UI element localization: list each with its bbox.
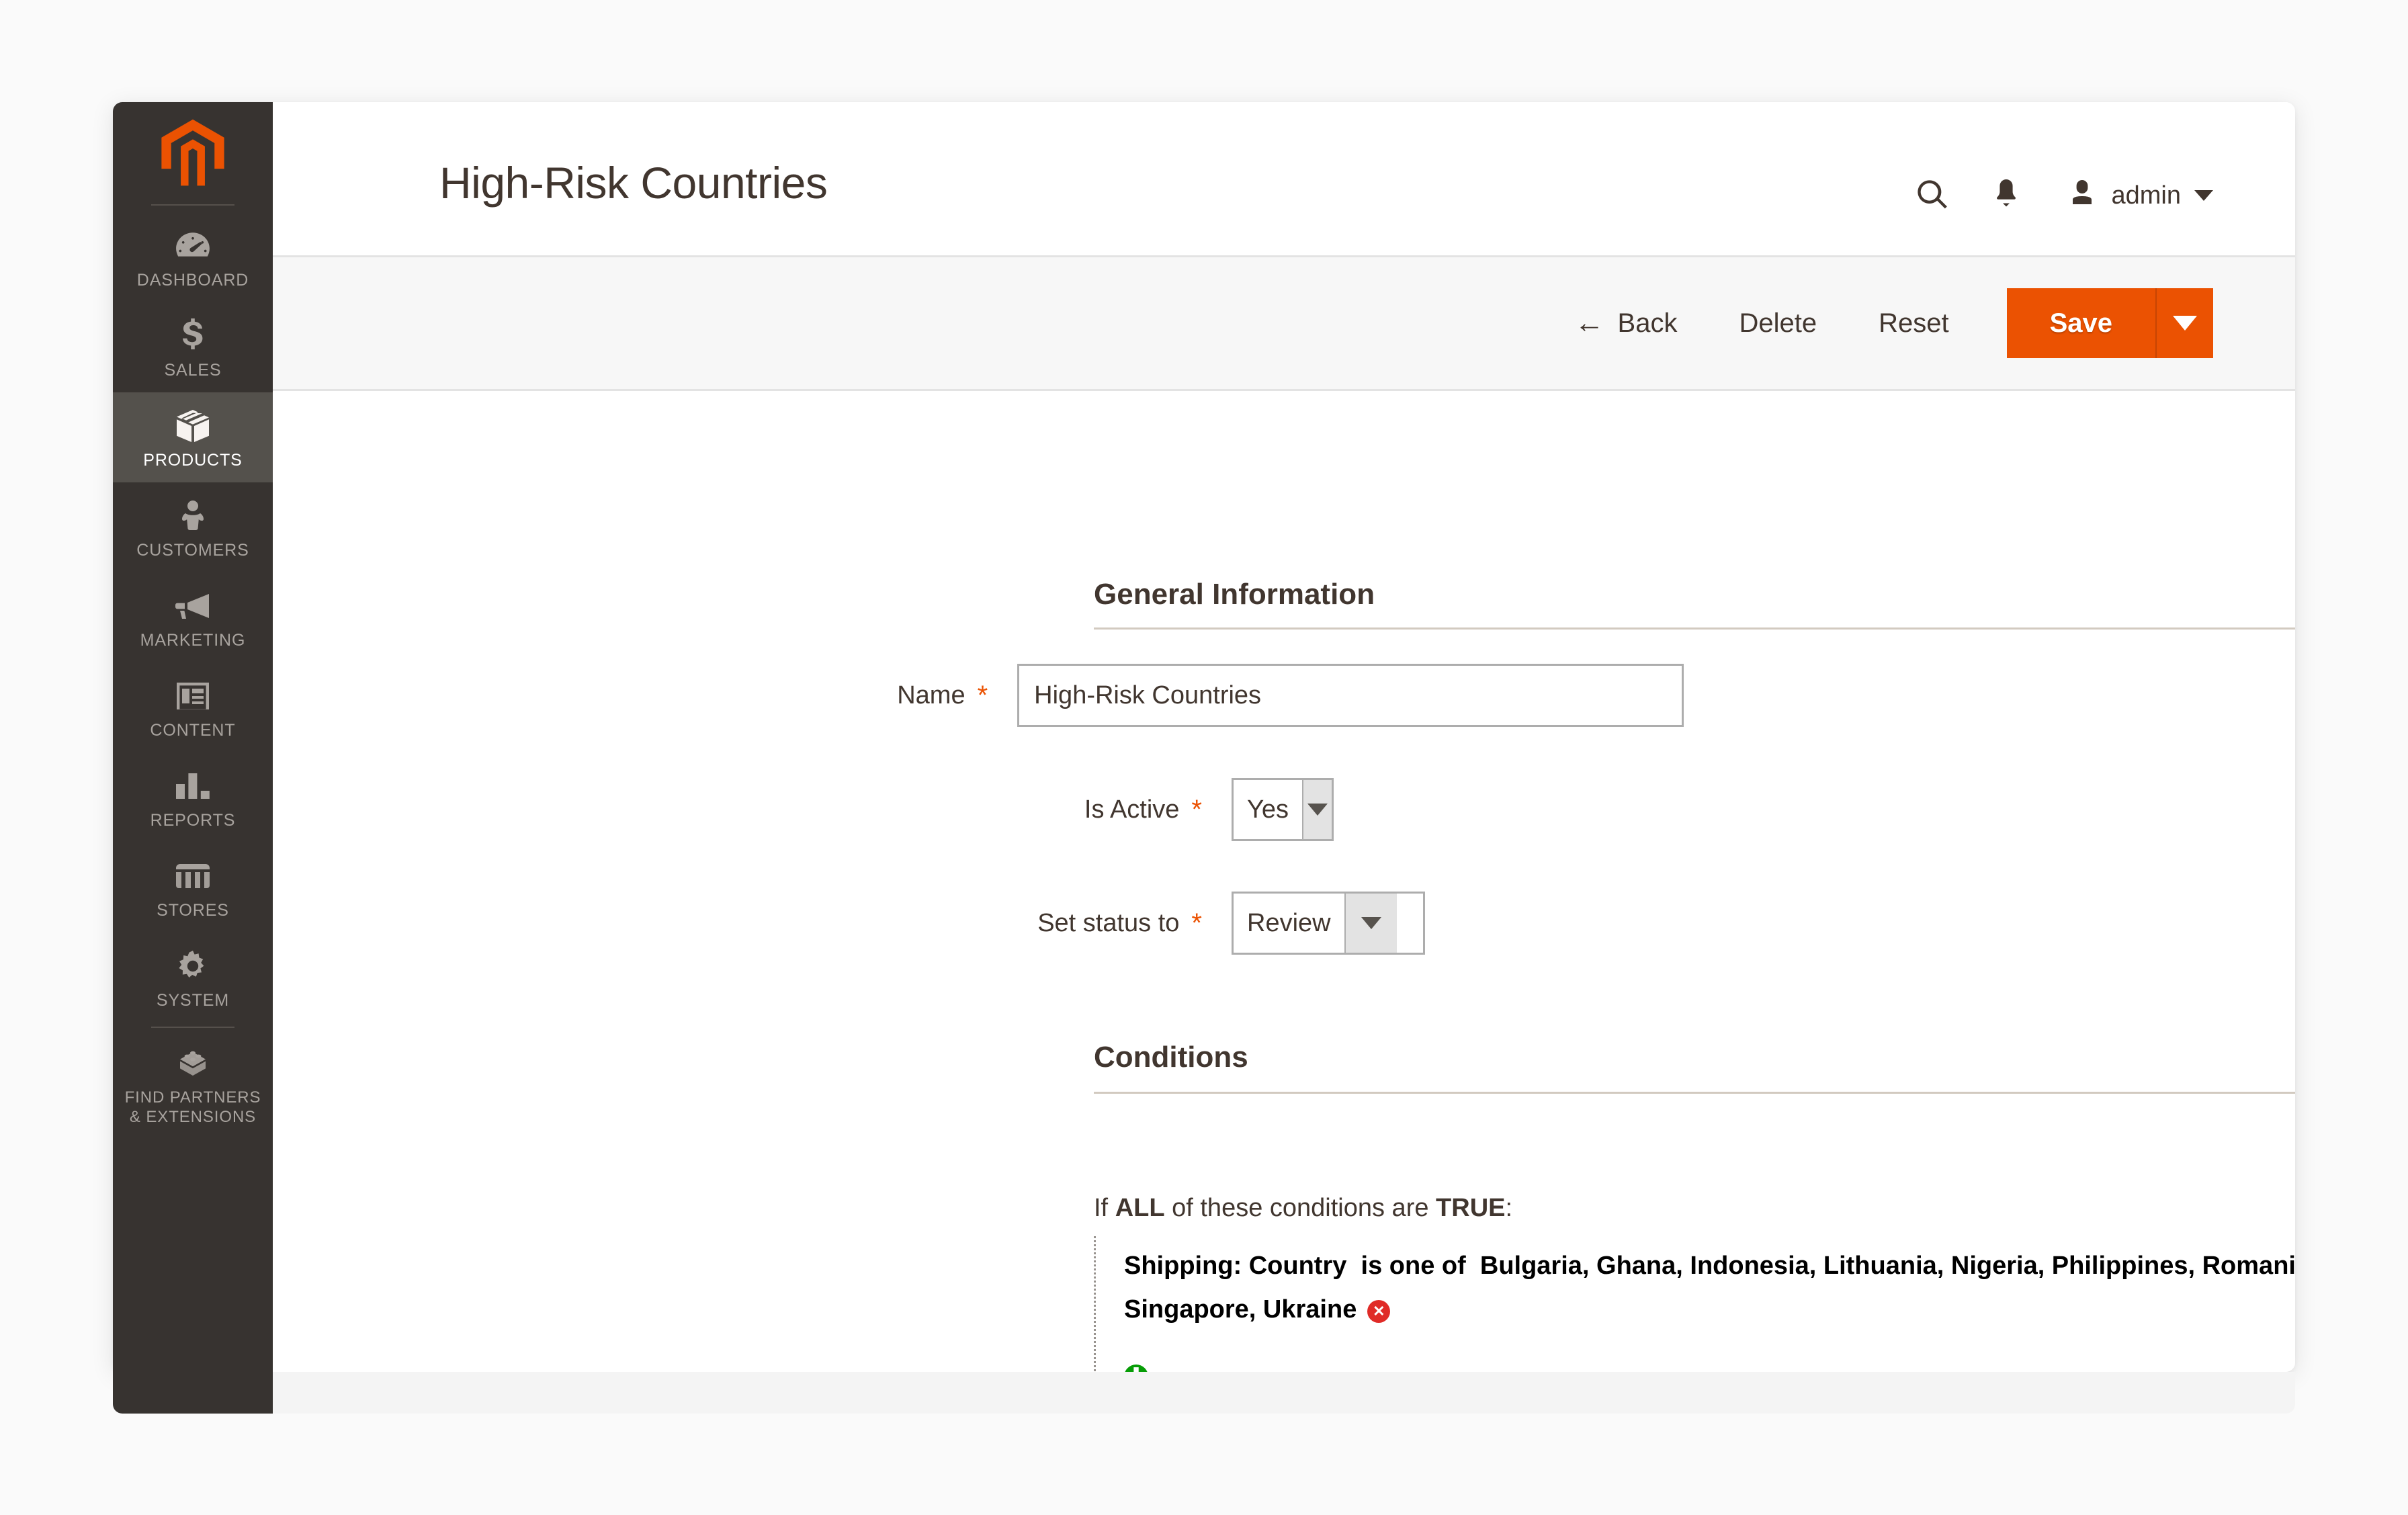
field-row-name: Name * <box>273 664 1684 727</box>
search-icon <box>1915 177 1950 214</box>
extension-block-icon <box>117 1045 269 1083</box>
conditions-intro-suffix: : <box>1505 1194 1513 1222</box>
remove-circle-icon[interactable]: ✕ <box>1367 1300 1391 1324</box>
reset-button-label: Reset <box>1879 308 1949 338</box>
megaphone-icon <box>117 587 269 625</box>
sidebar-item-label: SALES <box>164 361 222 380</box>
required-asterisk: * <box>977 681 988 710</box>
action-toolbar: ← Back Delete Reset Save <box>273 255 2295 391</box>
conditions-intro: If ALL of these conditions are TRUE: <box>1094 1194 1512 1223</box>
back-button[interactable]: ← Back <box>1544 308 1709 339</box>
set-status-select[interactable]: Review <box>1232 892 1425 955</box>
general-information-heading: General Information <box>1094 578 1375 611</box>
chevron-down-icon <box>1344 894 1397 953</box>
bar-chart-icon <box>117 767 269 805</box>
condition-attribute[interactable]: Shipping: Country <box>1124 1252 1346 1280</box>
layout-icon <box>117 677 269 715</box>
page-header: High-Risk Countries admin <box>273 102 2295 255</box>
add-circle-icon[interactable]: ✚ <box>1124 1364 1148 1372</box>
field-row-is-active: Is Active * Yes <box>273 778 1684 841</box>
page-footer <box>113 1372 2295 1414</box>
reset-button[interactable]: Reset <box>1848 308 1980 339</box>
sidebar-item-sales[interactable]: SALES <box>113 302 273 392</box>
sidebar-item-label: REPORTS <box>150 811 236 830</box>
sidebar-item-products[interactable]: PRODUCTS <box>113 392 273 482</box>
name-field-label: Name * <box>273 681 1017 710</box>
sidebar-item-system[interactable]: SYSTEM <box>113 933 273 1023</box>
sidebar-item-label: PRODUCTS <box>143 451 243 470</box>
save-button-group: Save <box>2006 288 2213 358</box>
conditions-intro-middle: of these conditions are <box>1172 1194 1429 1222</box>
condition-row: Shipping: Country is one of Bulgaria, Gh… <box>1124 1244 2295 1332</box>
admin-app: High-Risk Countries admin ← Back Delete … <box>113 102 2295 1414</box>
delete-button[interactable]: Delete <box>1708 308 1848 339</box>
sidebar-item-label: SYSTEM <box>156 991 230 1010</box>
storefront-icon <box>117 857 269 895</box>
page-card: High-Risk Countries admin ← Back Delete … <box>113 102 2295 1372</box>
sidebar-divider-bottom <box>151 1027 234 1028</box>
box-icon <box>117 407 269 445</box>
notifications-button[interactable] <box>1969 167 2043 224</box>
sidebar-item-label-line2: & EXTENSIONS <box>129 1107 257 1126</box>
sidebar-item-content[interactable]: CONTENT <box>113 662 273 752</box>
sidebar-item-label-line1: FIND PARTNERS <box>124 1088 261 1107</box>
magento-logo-icon <box>153 118 232 188</box>
sidebar-item-label: STORES <box>157 901 229 920</box>
user-avatar-icon <box>2066 177 2098 214</box>
is-active-select[interactable]: Yes <box>1232 778 1334 841</box>
person-icon <box>117 497 269 535</box>
sidebar-item-label: MARKETING <box>140 631 246 650</box>
conditions-heading: Conditions <box>1094 1041 1248 1074</box>
sidebar-item-marketing[interactable]: MARKETING <box>113 572 273 662</box>
conditions-value[interactable]: TRUE <box>1436 1194 1505 1222</box>
sidebar-item-find-partners-extensions[interactable]: FIND PARTNERS & EXTENSIONS <box>113 1035 273 1139</box>
back-button-label: Back <box>1617 308 1678 338</box>
header-tools: admin <box>1895 167 2213 224</box>
required-asterisk: * <box>1191 795 1202 824</box>
sidebar-item-dashboard[interactable]: DASHBOARD <box>113 212 273 302</box>
sidebar-item-label: CUSTOMERS <box>136 541 249 560</box>
chevron-down-icon <box>2173 316 2197 331</box>
dashboard-gauge-icon <box>117 227 269 265</box>
name-label-text: Name <box>897 681 965 709</box>
sidebar-divider-top <box>151 204 234 206</box>
dollar-sign-icon <box>117 317 269 355</box>
sidebar-item-label: DASHBOARD <box>136 271 249 290</box>
bell-icon <box>1991 177 2022 214</box>
required-asterisk: * <box>1191 908 1202 938</box>
is-active-selected-value: Yes <box>1247 795 1289 824</box>
condition-operator[interactable]: is one of <box>1361 1252 1466 1280</box>
admin-menu-button[interactable]: admin <box>2066 177 2213 214</box>
sidebar: DASHBOARD SALES PRODUCTS CUSTOMERS MARKE <box>113 102 273 1414</box>
admin-username: admin <box>2111 181 2182 210</box>
logo-container[interactable] <box>113 102 273 204</box>
name-input[interactable] <box>1017 664 1684 727</box>
arrow-left-icon: ← <box>1574 306 1604 339</box>
sidebar-item-customers[interactable]: CUSTOMERS <box>113 482 273 572</box>
conditions-section-divider <box>1094 1092 2295 1094</box>
field-row-set-status: Set status to * Review <box>273 892 1684 955</box>
content-area: High-Risk Countries admin ← Back Delete … <box>273 102 2295 1372</box>
conditions-tree: Shipping: Country is one of Bulgaria, Gh… <box>1094 1236 2295 1372</box>
sidebar-item-stores[interactable]: STORES <box>113 842 273 933</box>
sidebar-item-label: CONTENT <box>150 721 236 740</box>
conditions-intro-prefix: If <box>1094 1194 1109 1222</box>
chevron-down-icon <box>2194 190 2213 201</box>
search-button[interactable] <box>1895 167 1969 224</box>
conditions-aggregator[interactable]: ALL <box>1115 1194 1165 1222</box>
save-button[interactable]: Save <box>2006 288 2155 358</box>
is-active-field-label: Is Active * <box>273 795 1232 824</box>
gear-icon <box>117 947 269 985</box>
delete-button-label: Delete <box>1739 308 1817 338</box>
set-status-selected-value: Review <box>1247 908 1331 937</box>
set-status-label-text: Set status to <box>1037 908 1180 937</box>
sidebar-item-reports[interactable]: REPORTS <box>113 752 273 842</box>
is-active-label-text: Is Active <box>1084 795 1180 824</box>
chevron-down-icon <box>1302 780 1332 839</box>
general-section-divider <box>1094 627 2295 630</box>
page-title: High-Risk Countries <box>439 158 828 208</box>
set-status-field-label: Set status to * <box>273 909 1232 938</box>
save-options-button[interactable] <box>2155 288 2213 358</box>
